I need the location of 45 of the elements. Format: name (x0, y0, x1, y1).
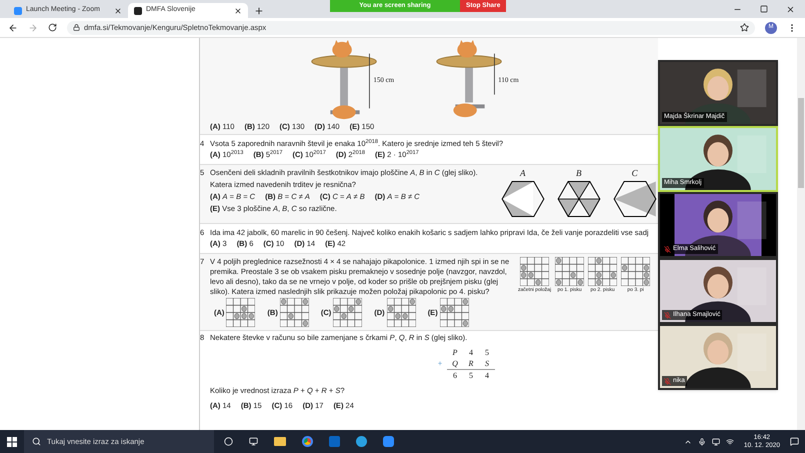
sum-digit: R (463, 359, 479, 370)
close-icon[interactable] (786, 5, 795, 14)
sum-digit: P (452, 348, 458, 358)
figure-label: B (576, 168, 582, 178)
grid-drawing (555, 257, 584, 286)
figure-label: C (632, 168, 638, 178)
microphone-icon[interactable] (698, 438, 706, 446)
maximize-icon[interactable] (760, 5, 768, 13)
search-icon (32, 437, 41, 446)
sum-digit: S (479, 359, 495, 370)
network-icon[interactable] (726, 438, 734, 446)
windows-logo-icon (7, 436, 17, 446)
bookmark-star-icon[interactable] (740, 23, 749, 32)
scrollbar[interactable] (797, 38, 805, 430)
lock-icon (73, 24, 80, 31)
browser-app-icon[interactable] (302, 436, 313, 447)
task-view-circle-icon[interactable] (224, 437, 233, 446)
sum-digit: 4 (484, 371, 490, 381)
video-app-icon[interactable] (383, 436, 394, 447)
tab-icon (134, 6, 142, 14)
close-icon[interactable] (114, 6, 122, 14)
sum-digit: 5 (468, 371, 474, 381)
grid-drawing (588, 257, 618, 286)
scrollbar-thumb[interactable] (798, 98, 804, 188)
notifications-icon[interactable] (790, 437, 799, 446)
sum-digit: 4 (468, 348, 474, 358)
reload-icon[interactable] (48, 23, 57, 32)
grid-drawing (520, 257, 550, 286)
grid-drawing (333, 298, 362, 327)
sum-digit: Q (447, 359, 463, 370)
sum-digit: 6 (452, 371, 458, 381)
plus-sign: + (436, 359, 444, 370)
grid-drawing (386, 298, 416, 327)
new-tab-icon[interactable] (254, 6, 264, 16)
tab-icon (14, 6, 22, 14)
display-icon[interactable] (712, 438, 720, 446)
grid-drawing (226, 298, 256, 327)
sum-digit: 5 (484, 348, 490, 358)
grid-drawing (280, 298, 309, 327)
grid-drawing (621, 257, 650, 286)
figure-label: A (520, 168, 526, 178)
back-icon[interactable] (8, 22, 18, 32)
app-icon[interactable] (356, 436, 367, 447)
close-icon[interactable] (234, 6, 242, 14)
grid-drawing (440, 298, 469, 327)
